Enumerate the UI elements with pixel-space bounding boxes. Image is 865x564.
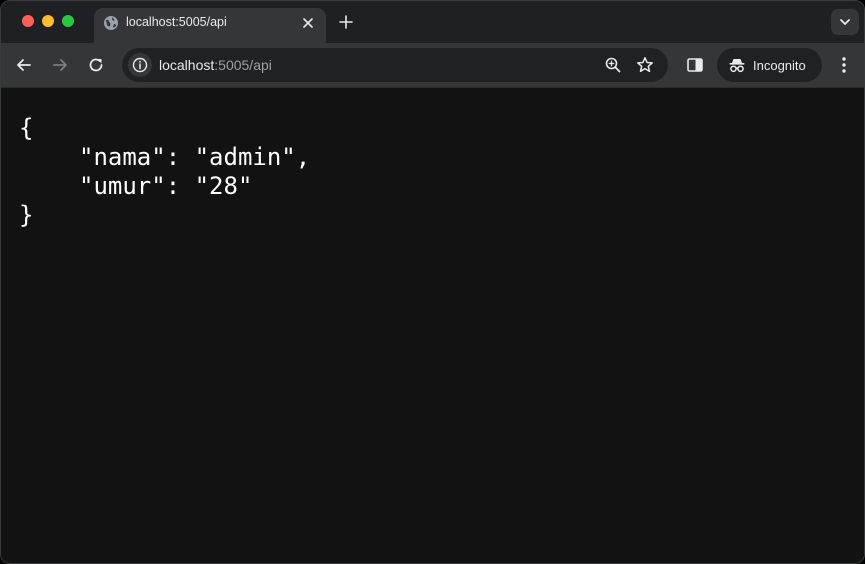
json-field-umur: "umur": "28"	[19, 172, 310, 201]
window-close-button[interactable]	[22, 15, 34, 27]
tab-search-button[interactable]	[831, 9, 859, 35]
url-text[interactable]: localhost:5005/api	[159, 57, 272, 73]
zoom-icon[interactable]	[604, 56, 622, 74]
window-minimize-button[interactable]	[42, 15, 54, 27]
url-path: :5005/api	[214, 57, 272, 73]
json-close-brace: }	[19, 201, 310, 230]
toolbar: localhost:5005/api Incognito	[1, 43, 864, 88]
json-field-nama: "nama": "admin",	[19, 143, 310, 172]
incognito-icon	[728, 56, 746, 74]
tab-active[interactable]: localhost:5005/api	[94, 8, 326, 43]
side-panel-icon[interactable]	[685, 55, 705, 75]
plus-icon[interactable]	[336, 12, 356, 32]
globe-icon	[103, 15, 119, 31]
close-icon[interactable]	[300, 15, 316, 31]
star-icon[interactable]	[636, 56, 654, 74]
chevron-down-icon	[831, 9, 859, 35]
incognito-indicator[interactable]: Incognito	[717, 48, 822, 82]
window-maximize-button[interactable]	[62, 15, 74, 27]
kebab-menu-icon[interactable]	[835, 54, 853, 76]
arrow-left-icon[interactable]	[13, 54, 35, 76]
json-viewer: {"nama": "admin","umur": "28"}	[19, 114, 310, 230]
json-open-brace: {	[19, 114, 310, 143]
reload-icon[interactable]	[85, 54, 107, 76]
arrow-right-icon[interactable]	[49, 54, 71, 76]
address-bar[interactable]: localhost:5005/api	[122, 48, 668, 82]
url-host: localhost	[159, 57, 214, 73]
tab-strip: localhost:5005/api	[1, 1, 864, 43]
info-icon	[128, 53, 152, 77]
incognito-label: Incognito	[753, 58, 806, 73]
tab-title: localhost:5005/api	[126, 15, 227, 29]
browser-window: localhost:5005/api	[0, 0, 865, 564]
site-info-button[interactable]	[128, 53, 152, 77]
page-content: {"nama": "admin","umur": "28"}	[1, 88, 864, 564]
